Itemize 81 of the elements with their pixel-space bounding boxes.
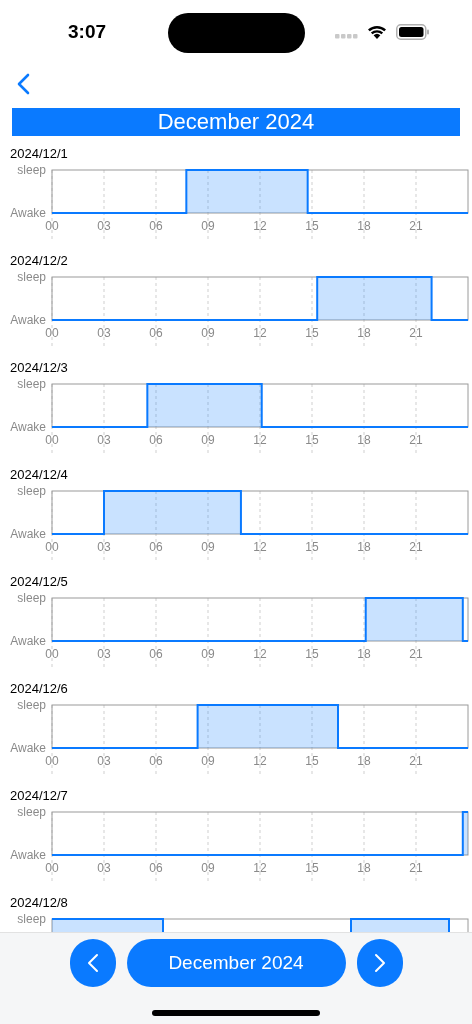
x-tick-label: 18 [357, 219, 371, 233]
x-tick-label: 03 [97, 754, 111, 768]
x-tick-label: 09 [201, 540, 215, 554]
x-tick-label: 12 [253, 219, 267, 233]
x-tick-label: 03 [97, 861, 111, 875]
x-tick-label: 15 [305, 326, 319, 340]
x-tick-label: 09 [201, 433, 215, 447]
date-label: 2024/12/7 [10, 788, 68, 804]
y-axis-label: sleep [17, 912, 46, 926]
x-tick-label: 06 [149, 861, 163, 875]
date-label: 2024/12/3 [10, 360, 68, 376]
x-tick-label: 06 [149, 647, 163, 661]
date-label: 2024/12/4 [10, 467, 68, 483]
x-tick-label: 09 [201, 326, 215, 340]
x-tick-label: 21 [409, 754, 423, 768]
x-tick-label: 06 [149, 219, 163, 233]
x-tick-label: 00 [45, 647, 59, 661]
y-axis-label: Awake [10, 527, 46, 541]
x-tick-label: 06 [149, 540, 163, 554]
x-tick-label: 09 [201, 647, 215, 661]
x-tick-label: 12 [253, 540, 267, 554]
x-tick-label: 12 [253, 433, 267, 447]
y-axis-label: sleep [17, 805, 46, 819]
x-tick-label: 18 [357, 540, 371, 554]
y-axis-label: sleep [17, 163, 46, 177]
x-tick-label: 03 [97, 326, 111, 340]
x-tick-label: 15 [305, 433, 319, 447]
y-axis-label: Awake [10, 741, 46, 755]
x-tick-label: 18 [357, 861, 371, 875]
date-label: 2024/12/5 [10, 574, 68, 590]
x-tick-label: 18 [357, 647, 371, 661]
x-tick-label: 15 [305, 754, 319, 768]
x-tick-label: 09 [201, 219, 215, 233]
y-axis-label: sleep [17, 270, 46, 284]
y-axis-label: sleep [17, 591, 46, 605]
y-axis-label: sleep [17, 698, 46, 712]
y-axis-label: Awake [10, 313, 46, 327]
x-tick-label: 00 [45, 326, 59, 340]
x-tick-label: 12 [253, 326, 267, 340]
x-tick-label: 12 [253, 754, 267, 768]
x-tick-label: 00 [45, 219, 59, 233]
x-tick-label: 03 [97, 540, 111, 554]
x-tick-label: 21 [409, 433, 423, 447]
x-tick-label: 09 [201, 754, 215, 768]
x-tick-label: 18 [357, 433, 371, 447]
x-tick-label: 18 [357, 754, 371, 768]
y-axis-label: Awake [10, 206, 46, 220]
x-tick-label: 06 [149, 326, 163, 340]
date-label: 2024/12/2 [10, 253, 68, 269]
x-tick-label: 06 [149, 433, 163, 447]
y-axis-label: Awake [10, 420, 46, 434]
x-tick-label: 21 [409, 326, 423, 340]
x-tick-label: 03 [97, 219, 111, 233]
x-tick-label: 06 [149, 754, 163, 768]
x-tick-label: 00 [45, 754, 59, 768]
x-tick-label: 21 [409, 647, 423, 661]
status-time: 3:07 [68, 19, 107, 44]
x-tick-label: 21 [409, 861, 423, 875]
x-tick-label: 21 [409, 219, 423, 233]
x-tick-label: 15 [305, 861, 319, 875]
x-tick-label: 03 [97, 433, 111, 447]
month-header: December 2024 [12, 108, 460, 136]
y-axis-label: Awake [10, 848, 46, 862]
date-label: 2024/12/6 [10, 681, 68, 697]
x-tick-label: 00 [45, 540, 59, 554]
x-tick-label: 15 [305, 219, 319, 233]
x-tick-label: 03 [97, 647, 111, 661]
y-axis-label: Awake [10, 634, 46, 648]
date-label: 2024/12/1 [10, 146, 68, 162]
x-tick-label: 00 [45, 433, 59, 447]
x-tick-label: 18 [357, 326, 371, 340]
x-tick-label: 00 [45, 861, 59, 875]
x-tick-label: 12 [253, 861, 267, 875]
x-tick-label: 12 [253, 647, 267, 661]
x-tick-label: 21 [409, 540, 423, 554]
date-label: 2024/12/8 [10, 895, 68, 911]
y-axis-label: sleep [17, 377, 46, 391]
y-axis-label: sleep [17, 484, 46, 498]
x-tick-label: 15 [305, 647, 319, 661]
x-tick-label: 15 [305, 540, 319, 554]
x-tick-label: 09 [201, 861, 215, 875]
